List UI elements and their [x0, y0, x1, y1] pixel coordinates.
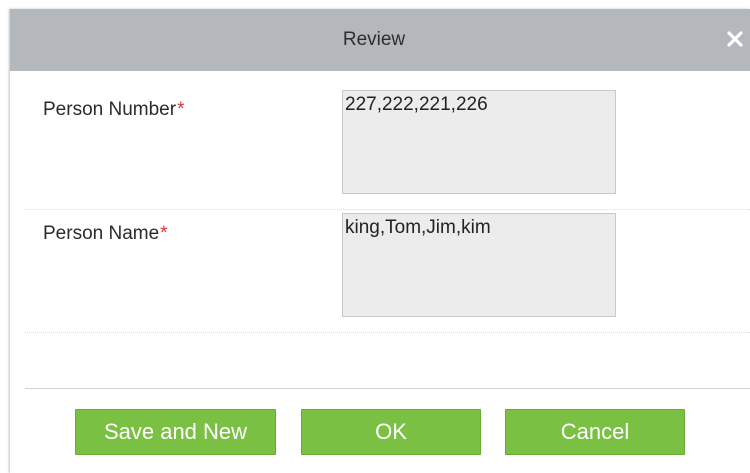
- person-name-label: Person Name*: [43, 223, 168, 245]
- person-number-label: Person Number*: [43, 99, 184, 121]
- person-name-field[interactable]: king,Tom,Jim,kim: [342, 213, 616, 317]
- dialog-body: Person Number* 227,222,221,226 Person Na…: [10, 71, 750, 473]
- dialog-titlebar: Review: [10, 9, 750, 71]
- close-icon[interactable]: [723, 27, 747, 51]
- ok-button[interactable]: OK: [301, 409, 481, 455]
- dialog-title: Review: [342, 29, 406, 50]
- required-mark: *: [160, 223, 168, 244]
- required-mark: *: [177, 99, 185, 120]
- person-number-label-text: Person Number: [43, 99, 177, 120]
- footer-divider: [25, 388, 750, 389]
- person-number-row: Person Number* 227,222,221,226: [25, 71, 750, 210]
- person-number-field[interactable]: 227,222,221,226: [342, 90, 616, 194]
- review-dialog: Review Person Number* 227,222,221,226 Pe…: [10, 9, 750, 473]
- person-name-label-text: Person Name: [43, 223, 160, 244]
- close-icon-glyph: [727, 31, 743, 47]
- save-and-new-button[interactable]: Save and New: [75, 409, 276, 455]
- cancel-button[interactable]: Cancel: [505, 409, 685, 455]
- person-name-row: Person Name* king,Tom,Jim,kim: [25, 210, 750, 333]
